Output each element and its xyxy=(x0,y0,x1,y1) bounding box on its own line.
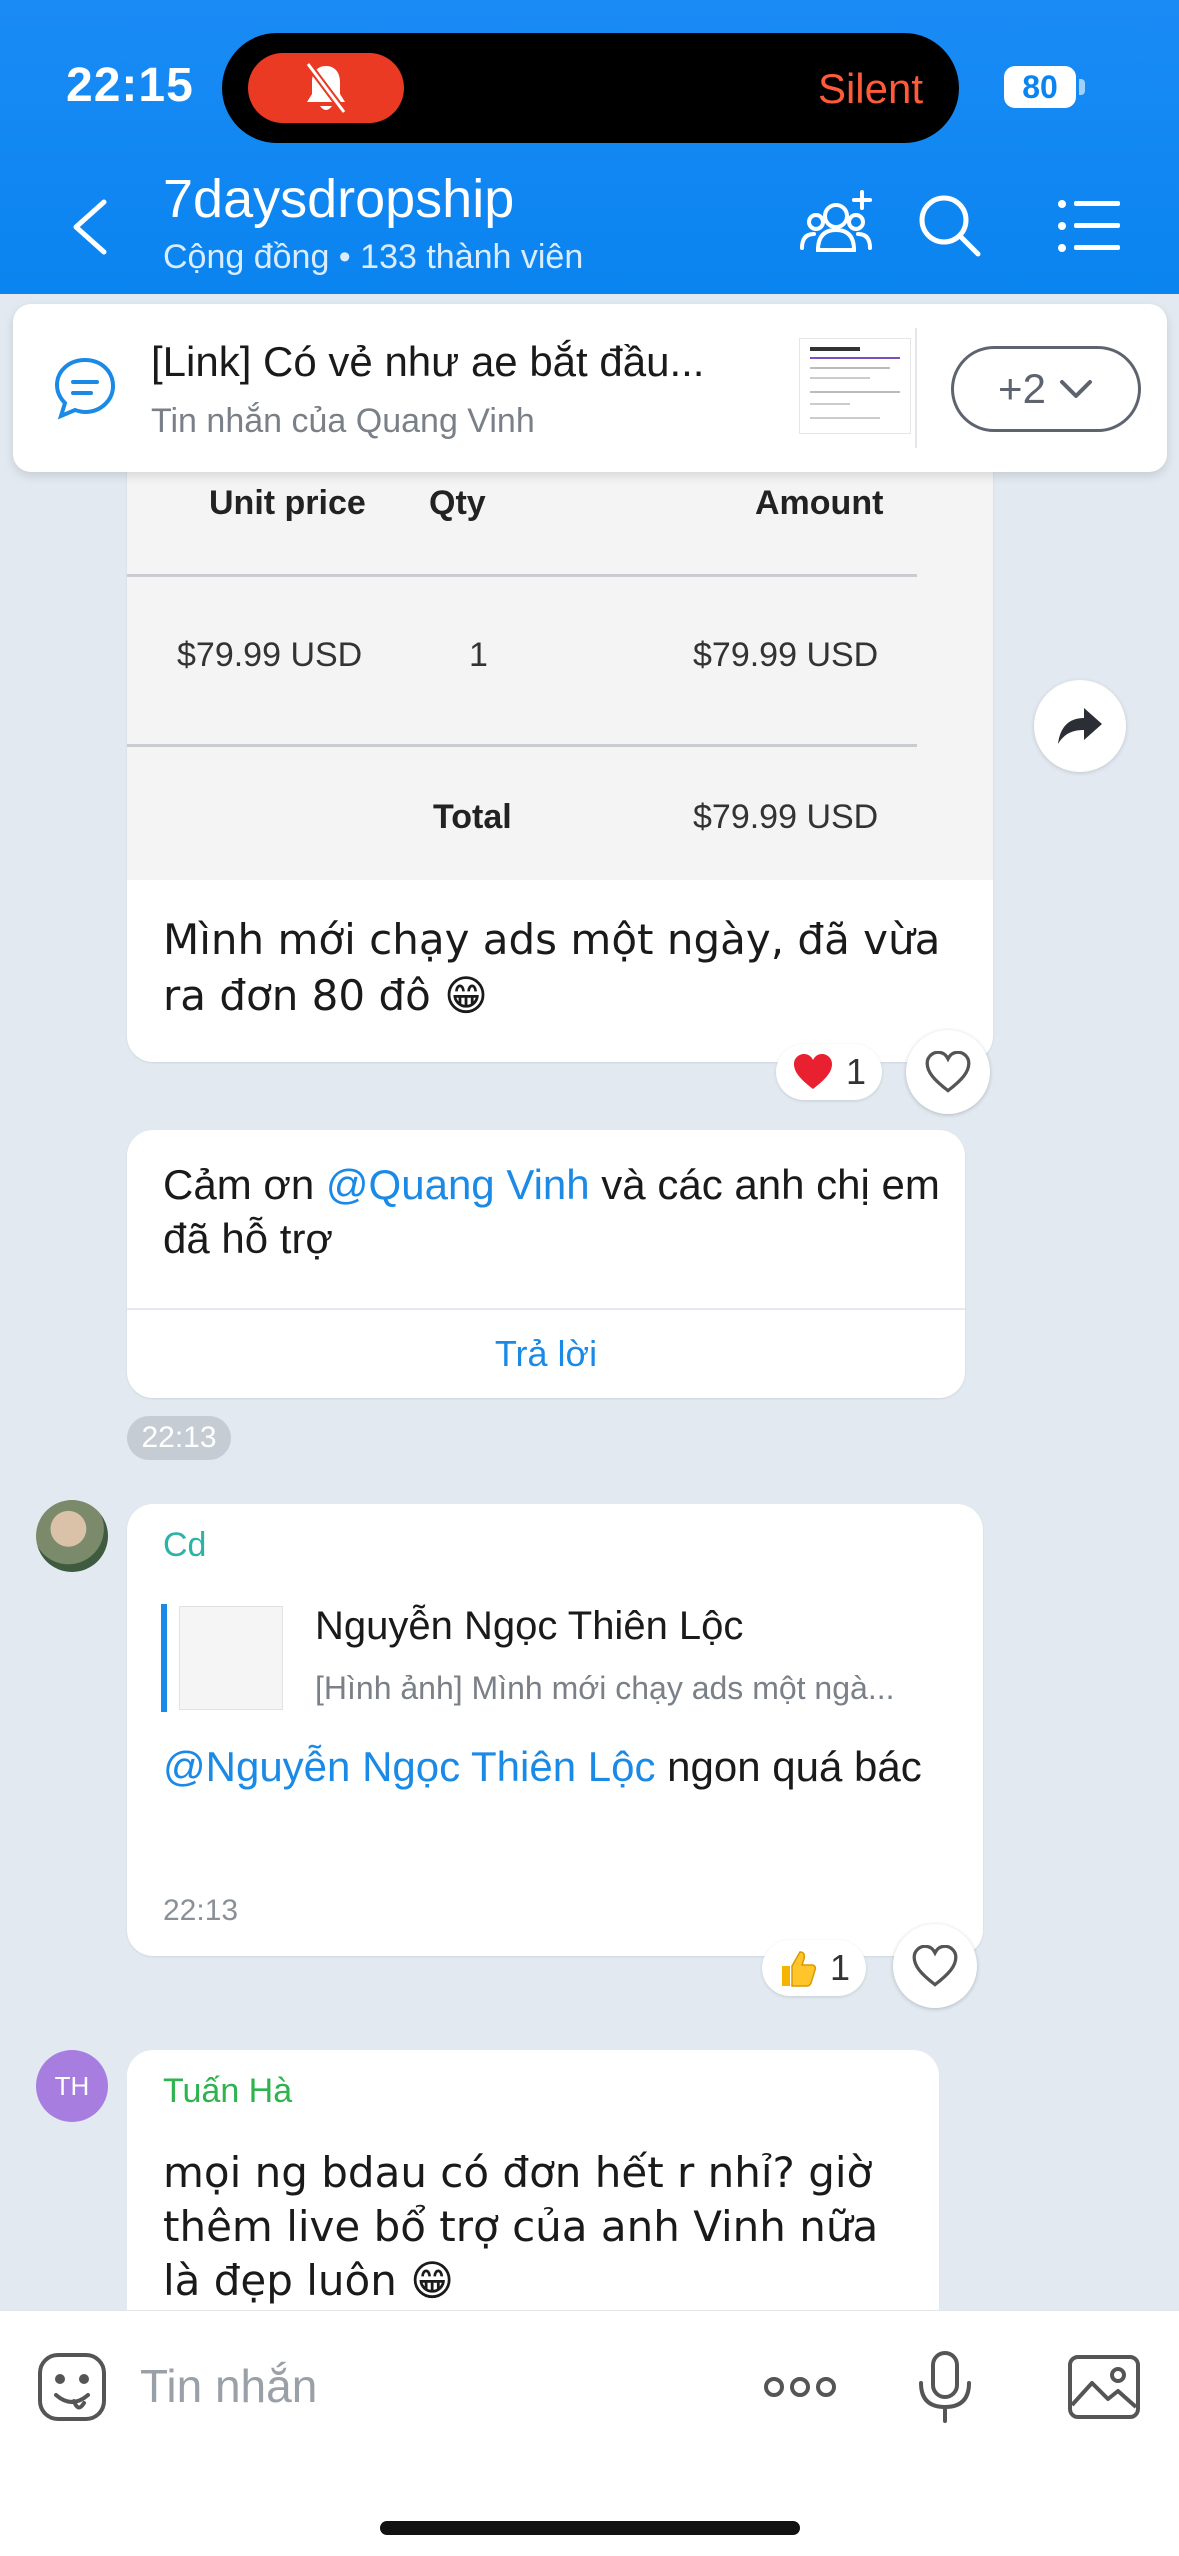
pinned-more-button[interactable]: +2 xyxy=(951,346,1141,432)
reaction-count: 1 xyxy=(846,1051,867,1092)
receipt-amount: $79.99 USD xyxy=(693,636,879,674)
chat-header: 22:15 Silent 80 7daysdropship Cộng đồng … xyxy=(0,0,1179,294)
chat-bubble-icon xyxy=(51,354,119,422)
message-prefix: Cảm ơn xyxy=(163,1161,326,1208)
pinned-message-bar[interactable]: [Link] Có vẻ như ae bắt đầu... Tin nhắn … xyxy=(13,304,1167,472)
thumbs-up-icon xyxy=(782,1951,817,1987)
receipt-divider xyxy=(127,574,917,577)
group-subtitle: Cộng đồng • 133 thành viên xyxy=(163,238,584,276)
receipt-divider xyxy=(127,744,917,747)
message-time: 22:13 xyxy=(163,1894,239,1927)
receipt-total-label: Total xyxy=(433,798,512,836)
chevron-down-icon xyxy=(1059,380,1092,398)
like-button[interactable] xyxy=(893,1924,977,2008)
message-bubble[interactable]: Cảm ơn @Quang Vinh và các anh chị em đã … xyxy=(127,1130,965,1398)
bell-slash-icon xyxy=(248,53,404,123)
sticker-icon[interactable] xyxy=(32,2347,112,2427)
receipt-header-amount: Amount xyxy=(755,484,884,522)
message-bubble[interactable]: Cd Nguyễn Ngọc Thiên Lộc [Hình ảnh] Mình… xyxy=(127,1504,983,1956)
reaction-count: 1 xyxy=(830,1947,851,1988)
receipt-header-qty: Qty xyxy=(429,484,486,522)
heart-outline-icon xyxy=(925,1051,971,1093)
receipt-header-unit: Unit price xyxy=(209,484,366,522)
mention-link[interactable]: @Quang Vinh xyxy=(326,1161,590,1208)
quote-text[interactable]: [Hình ảnh] Mình mới chạy ads một ngà... xyxy=(315,1670,955,1707)
receipt-total: $79.99 USD xyxy=(693,798,879,836)
message-suffix: ngon quá bác xyxy=(655,1743,922,1790)
forward-icon[interactable] xyxy=(1034,680,1126,772)
status-time: 22:15 xyxy=(66,59,194,112)
add-member-icon[interactable] xyxy=(798,186,878,266)
divider xyxy=(915,328,917,448)
like-button[interactable] xyxy=(906,1030,990,1114)
receipt-unit-price: $79.99 USD xyxy=(177,636,363,674)
message-text: @Nguyễn Ngọc Thiên Lộc ngon quá bác xyxy=(163,1740,963,1794)
avatar[interactable]: TH xyxy=(36,2050,108,2122)
battery-tip xyxy=(1079,79,1085,95)
sender-name[interactable]: Tuấn Hà xyxy=(163,2072,292,2111)
image-message-bubble[interactable]: Unit price Qty Amount $79.99 USD 1 $79.9… xyxy=(127,440,993,1062)
message-time: 22:13 xyxy=(127,1416,231,1460)
pinned-more-label: +2 xyxy=(998,365,1046,412)
sender-name[interactable]: Cd xyxy=(163,1526,206,1565)
message-text: Cảm ơn @Quang Vinh và các anh chị em đã … xyxy=(163,1158,943,1266)
battery-indicator: 80 xyxy=(1004,66,1076,108)
back-button[interactable] xyxy=(60,192,120,262)
silent-label: Silent xyxy=(817,65,923,112)
menu-list-icon[interactable] xyxy=(1050,186,1130,266)
reaction-heart[interactable]: 1 xyxy=(776,1044,883,1100)
more-options-icon[interactable] xyxy=(760,2347,840,2427)
microphone-icon[interactable] xyxy=(905,2347,985,2427)
dynamic-island: Silent xyxy=(222,33,959,143)
message-text: Mình mới chạy ads một ngày, đã vừa ra đơ… xyxy=(163,915,941,1020)
image-gallery-icon[interactable] xyxy=(1064,2347,1144,2427)
heart-outline-icon xyxy=(912,1945,958,1987)
mention-link[interactable]: @Nguyễn Ngọc Thiên Lộc xyxy=(163,1743,655,1790)
quote-thumbnail[interactable] xyxy=(179,1606,283,1710)
quote-bar xyxy=(161,1604,167,1712)
avatar[interactable] xyxy=(36,1500,108,1572)
pinned-thumbnail xyxy=(799,338,911,434)
message-text: mọi ng bdau có đơn hết r nhỉ? giờ thêm l… xyxy=(163,2148,879,2305)
receipt-qty: 1 xyxy=(469,636,488,674)
reply-button[interactable]: Trả lời xyxy=(127,1310,965,1398)
message-input-bar: Tin nhắn xyxy=(0,2310,1179,2556)
group-title[interactable]: 7daysdropship xyxy=(163,168,514,230)
quote-author[interactable]: Nguyễn Ngọc Thiên Lộc xyxy=(315,1604,743,1649)
pinned-title: [Link] Có vẻ như ae bắt đầu... xyxy=(151,338,705,385)
message-input[interactable]: Tin nhắn xyxy=(140,2359,317,2413)
heart-icon xyxy=(794,1054,832,1089)
receipt-image[interactable]: Unit price Qty Amount $79.99 USD 1 $79.9… xyxy=(127,440,993,880)
reaction-thumbs-up[interactable]: 1 xyxy=(762,1940,867,1996)
home-indicator xyxy=(380,2521,800,2535)
search-icon[interactable] xyxy=(910,186,990,266)
pinned-subtitle: Tin nhắn của Quang Vinh xyxy=(151,402,535,440)
